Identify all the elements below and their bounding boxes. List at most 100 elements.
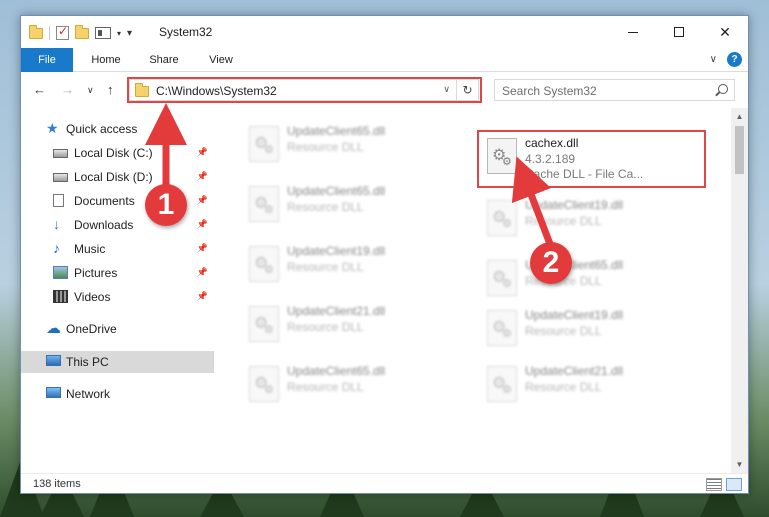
sidebar-item-local-disk-d[interactable]: Local Disk (D:) 📌 — [21, 166, 214, 188]
back-arrow-icon[interactable]: ← — [33, 82, 46, 97]
star-icon: ★ — [46, 120, 59, 136]
file-version: 4.3.2.189 — [525, 152, 576, 166]
sidebar-item-pictures[interactable]: Pictures 📌 — [21, 262, 214, 284]
disk-icon — [53, 173, 68, 182]
sidebar-item-label: Videos — [74, 290, 111, 304]
file-name: UpdateClient65.dll — [287, 364, 386, 378]
pin-icon[interactable]: 📌 — [197, 219, 208, 230]
file-name: UpdateClient19.dll — [525, 308, 624, 322]
tab-file[interactable]: File — [21, 48, 73, 72]
details-view-icon[interactable] — [706, 478, 722, 491]
file-tile[interactable]: ⚙ ⚙ UpdateClient65.dll Resource DLL — [241, 120, 473, 170]
address-dropdown-icon[interactable]: ∨ — [443, 84, 450, 95]
large-icons-view-icon[interactable] — [726, 478, 742, 491]
tab-share[interactable]: Share — [141, 48, 187, 72]
help-icon[interactable]: ? — [727, 52, 742, 67]
file-type: Resource DLL — [287, 320, 364, 334]
vertical-scrollbar[interactable]: ▲ ▼ — [731, 108, 748, 473]
cachex-dll-tile[interactable]: ⚙ ⚙ cachex.dll 4.3.2.189 Cache DLL - File… — [479, 132, 711, 182]
scroll-up-icon[interactable]: ▲ — [731, 108, 748, 125]
properties-check-icon[interactable] — [56, 24, 69, 40]
minimize-button[interactable] — [610, 16, 656, 48]
title-bar: ▾ ▾ System32 ✕ — [21, 16, 748, 48]
customize-icon[interactable] — [95, 27, 111, 39]
scroll-thumb[interactable] — [735, 126, 744, 174]
window-controls: ✕ — [610, 16, 748, 48]
sidebar-item-videos[interactable]: Videos 📌 — [21, 286, 214, 308]
file-list: ⚙ ⚙ UpdateClient65.dll Resource DLL ⚙ ⚙ Up… — [215, 108, 732, 473]
tab-view[interactable]: View — [201, 48, 241, 72]
dll-file-icon: ⚙ ⚙ — [249, 366, 279, 402]
file-type: Resource DLL — [287, 200, 364, 214]
close-icon: ✕ — [719, 23, 731, 40]
file-tile[interactable]: ⚙ ⚙ UpdateClient65.dll Resource DLL — [241, 180, 473, 230]
chevron-down-icon[interactable]: ▾ — [117, 29, 121, 38]
pictures-icon — [53, 266, 68, 279]
quick-access-toolbar: ▾ ▾ — [29, 24, 132, 42]
cloud-icon: ☁ — [46, 320, 61, 337]
navigation-bar: ← → ∨ ↑ C:\Windows\System32 ∨ ↻ Search S… — [21, 73, 748, 107]
up-arrow-icon[interactable]: ↑ — [107, 82, 114, 97]
sidebar-item-network[interactable]: Network — [21, 383, 214, 405]
search-box[interactable]: Search System32 — [494, 79, 735, 101]
file-name: UpdateClient19.dll — [525, 198, 624, 212]
close-button[interactable]: ✕ — [702, 16, 748, 48]
disk-icon — [53, 149, 68, 158]
pin-icon[interactable]: 📌 — [197, 243, 208, 254]
sidebar-item-downloads[interactable]: ↓ Downloads 📌 — [21, 214, 214, 236]
dll-file-icon: ⚙ ⚙ — [249, 246, 279, 282]
ribbon-tabs: File Home Share View ∨ ? — [21, 48, 748, 72]
sidebar-item-music[interactable]: ♪ Music 📌 — [21, 238, 214, 260]
sidebar-item-this-pc[interactable]: This PC — [21, 351, 214, 373]
file-tile[interactable]: ⚙ ⚙ UpdateClient19.dll Resource DLL — [241, 240, 473, 290]
pin-icon[interactable]: 📌 — [197, 147, 208, 158]
expand-ribbon-icon[interactable]: ∨ — [710, 54, 717, 65]
customize-toolbar-icon[interactable]: ▾ — [127, 28, 132, 39]
search-input[interactable]: Search System32 — [502, 84, 597, 98]
address-path[interactable]: C:\Windows\System32 — [156, 84, 277, 98]
sidebar-item-local-disk-c[interactable]: Local Disk (C:) 📌 — [21, 142, 214, 164]
pin-icon[interactable]: 📌 — [197, 267, 208, 278]
file-name: UpdateClient21.dll — [287, 304, 386, 318]
file-type: Resource DLL — [287, 380, 364, 394]
file-description: Cache DLL - File Ca... — [525, 167, 644, 181]
toolbar-separator — [49, 26, 50, 40]
folder-icon — [29, 24, 43, 39]
file-type: Resource DLL — [287, 140, 364, 154]
tab-home[interactable]: Home — [83, 48, 129, 72]
forward-arrow-icon[interactable]: → — [61, 82, 74, 97]
sidebar-item-label: Music — [74, 242, 106, 256]
recent-locations-icon[interactable]: ∨ — [87, 85, 94, 96]
scroll-down-icon[interactable]: ▼ — [731, 456, 748, 473]
network-icon — [46, 387, 61, 398]
dll-file-icon: ⚙ ⚙ — [249, 186, 279, 222]
dll-file-icon: ⚙ ⚙ — [249, 126, 279, 162]
new-folder-icon[interactable] — [75, 24, 89, 39]
videos-icon — [53, 290, 68, 303]
refresh-icon[interactable]: ↻ — [456, 80, 478, 100]
file-tile[interactable]: ⚙ ⚙ UpdateClient19.dll Resource DLL — [479, 304, 711, 354]
pin-icon[interactable]: 📌 — [197, 195, 208, 206]
file-name: UpdateClient19.dll — [287, 244, 386, 258]
file-tile[interactable]: ⚙ ⚙ UpdateClient65.dll Resource DLL — [479, 254, 711, 304]
pin-icon[interactable]: 📌 — [197, 171, 208, 182]
sidebar-item-label: Local Disk (D:) — [74, 170, 153, 184]
pin-icon[interactable]: 📌 — [197, 291, 208, 302]
item-count: 138 items — [33, 478, 81, 490]
sidebar-item-label: This PC — [66, 355, 109, 369]
documents-icon — [53, 194, 64, 207]
file-tile[interactable]: ⚙ ⚙ UpdateClient21.dll Resource DLL — [241, 300, 473, 350]
file-name: UpdateClient21.dll — [525, 364, 624, 378]
address-bar[interactable]: C:\Windows\System32 ∨ ↻ — [129, 79, 479, 101]
file-tile[interactable]: ⚙ ⚙ UpdateClient19.dll Resource DLL — [479, 194, 711, 244]
step-1-badge: 1 — [145, 184, 187, 226]
sidebar-item-quick-access[interactable]: ★ Quick access — [21, 118, 214, 140]
sidebar-item-label: Downloads — [74, 218, 134, 232]
file-tile[interactable]: ⚙ ⚙ UpdateClient65.dll Resource DLL — [241, 360, 473, 410]
maximize-button[interactable] — [656, 16, 702, 48]
search-icon[interactable] — [718, 84, 728, 94]
window-title: System32 — [159, 25, 213, 39]
sidebar-item-onedrive[interactable]: ☁ OneDrive — [21, 318, 214, 340]
sidebar-item-label: Quick access — [66, 122, 138, 136]
file-tile[interactable]: ⚙ ⚙ UpdateClient21.dll Resource DLL — [479, 360, 711, 410]
